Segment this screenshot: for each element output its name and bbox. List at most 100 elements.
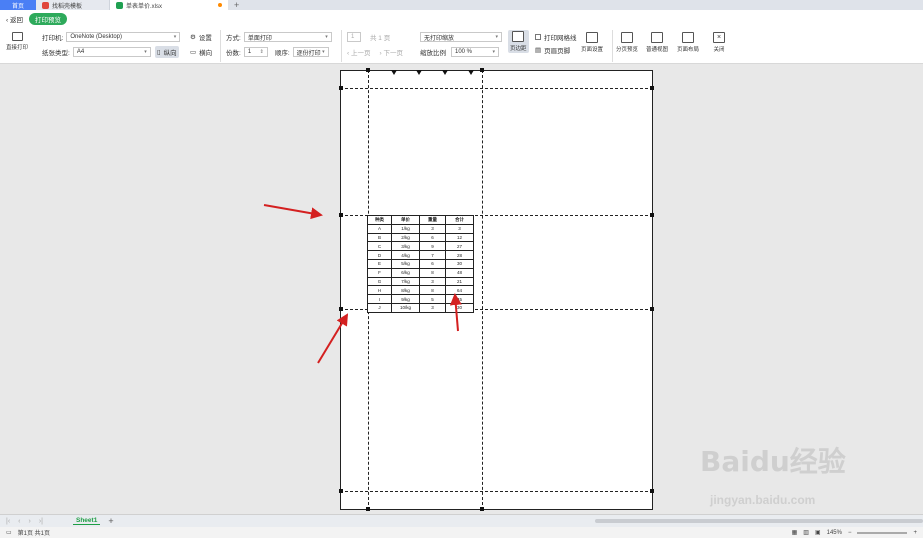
zoom-out-button[interactable]: − xyxy=(848,530,852,536)
table-cell: A xyxy=(367,223,392,234)
direct-print-label: 直接打印 xyxy=(6,45,29,51)
view-layout-icon[interactable]: ▥ xyxy=(803,529,809,536)
zoom-label: 缩放比例 xyxy=(420,50,446,57)
table-cell: 3/kg xyxy=(391,241,420,252)
table-cell: 8/kg xyxy=(391,285,420,296)
page-layout-button[interactable]: 页面布局 xyxy=(677,32,699,53)
table-row: A 1/kg 3 3 xyxy=(367,223,474,234)
printer-value: OneNote (Desktop) xyxy=(70,34,123,40)
table-row: D 4/kg 7 28 xyxy=(367,250,474,260)
paper-select[interactable]: A4 ▾ xyxy=(72,47,151,57)
watermark-main: Baidu经验 xyxy=(700,445,846,478)
margin-handle[interactable] xyxy=(339,86,343,90)
tab-home[interactable]: 首页 xyxy=(0,0,36,10)
column-break-line[interactable] xyxy=(482,70,483,510)
divider xyxy=(220,30,221,62)
zoom-slider[interactable] xyxy=(857,531,908,534)
column-marker-icon[interactable] xyxy=(416,70,422,75)
table-cell: 5 xyxy=(419,294,446,304)
margin-handle[interactable] xyxy=(339,213,343,217)
column-marker-icon[interactable] xyxy=(442,70,448,75)
back-label: 返回 xyxy=(9,17,23,24)
new-tab-button[interactable]: + xyxy=(228,0,245,10)
next-page-button[interactable]: › 下一页 xyxy=(379,47,402,57)
table-row: B 2/kg 6 12 xyxy=(367,232,474,243)
table-cell: F xyxy=(367,267,392,278)
tab-workbook[interactable]: 单表单价.xlsx xyxy=(110,0,228,10)
column-marker-icon[interactable] xyxy=(391,70,397,75)
order-value: 逐份打印 xyxy=(296,50,321,57)
table-cell: 5/kg xyxy=(391,258,420,269)
landscape-button[interactable]: ▭ 横向 xyxy=(190,47,212,57)
zoom-select[interactable]: 100 % ▾ xyxy=(451,47,499,57)
print-gridlines-checkbox[interactable]: 打印网格线 xyxy=(535,32,577,42)
header-footer-label: 页眉页脚 xyxy=(544,48,571,55)
back-button[interactable]: ‹ 返回 xyxy=(6,14,23,24)
chevron-down-icon: ▾ xyxy=(495,34,498,40)
view-break-icon[interactable]: ▣ xyxy=(815,529,821,536)
close-preview-button[interactable]: × 关闭 xyxy=(713,32,725,53)
order-select[interactable]: 逐份打印 ▾ xyxy=(292,47,329,57)
normal-view-button[interactable]: 普通视图 xyxy=(646,32,668,53)
bottom-margin-line[interactable] xyxy=(340,491,653,492)
horizontal-scrollbar[interactable] xyxy=(595,519,923,523)
header-footer-button[interactable]: ▤ 页眉页脚 xyxy=(535,45,570,55)
printer-select[interactable]: OneNote (Desktop) ▾ xyxy=(66,32,181,42)
view-normal-icon[interactable]: ▦ xyxy=(792,529,798,536)
margin-handle[interactable] xyxy=(480,68,484,72)
page-break-preview-button[interactable]: 分页预览 xyxy=(616,32,638,53)
stepper-icon: ⇕ xyxy=(259,49,264,55)
portrait-button[interactable]: ▯ 纵向 xyxy=(155,46,179,58)
table-cell: 28 xyxy=(445,250,474,260)
margin-handle[interactable] xyxy=(650,307,654,311)
next-sheet-button[interactable]: › xyxy=(29,518,31,525)
table-cell: E xyxy=(367,258,392,269)
sheet-tab-sheet1[interactable]: Sheet1 xyxy=(73,517,101,525)
scaling-select[interactable]: 无打印缩放 ▾ xyxy=(420,32,502,42)
top-margin-line[interactable] xyxy=(340,88,653,89)
portrait-icon: ▯ xyxy=(157,49,161,56)
add-sheet-button[interactable]: + xyxy=(108,516,113,526)
macro-icon: ▭ xyxy=(6,530,12,536)
last-sheet-button[interactable]: ›| xyxy=(39,518,43,525)
table-cell: D xyxy=(367,250,392,260)
portrait-label: 纵向 xyxy=(163,50,177,57)
margin-handle[interactable] xyxy=(650,213,654,217)
landscape-label: 横向 xyxy=(199,50,213,57)
table-cell: 7/kg xyxy=(391,276,420,287)
margin-handle[interactable] xyxy=(650,86,654,90)
table-cell: 30 xyxy=(445,258,474,269)
page-break-icon xyxy=(621,32,633,43)
margin-handle[interactable] xyxy=(480,507,484,511)
prev-page-button[interactable]: ‹ 上一页 xyxy=(347,47,370,57)
table-cell: 4/kg xyxy=(391,250,420,260)
landscape-icon: ▭ xyxy=(190,49,197,56)
copies-stepper[interactable]: 1 ⇕ xyxy=(243,47,268,57)
margin-handle[interactable] xyxy=(366,507,370,511)
page-info: 第1页 共1页 xyxy=(17,531,51,537)
page-setup-button[interactable]: 页面设置 xyxy=(581,32,603,53)
zoom-in-button[interactable]: + xyxy=(913,530,917,536)
margin-handle[interactable] xyxy=(650,489,654,493)
margin-handle[interactable] xyxy=(366,68,370,72)
annotation-arrow xyxy=(449,293,462,332)
table-cell: 48 xyxy=(445,267,474,278)
tab-template[interactable]: 找稻壳模板 xyxy=(36,0,110,10)
first-sheet-button[interactable]: |‹ xyxy=(6,518,10,525)
page-number-input[interactable]: 1 xyxy=(347,32,361,42)
table-cell: 3 xyxy=(419,223,446,234)
close-icon: × xyxy=(713,32,725,43)
settings-button[interactable]: ⚙ 设置 xyxy=(190,32,212,42)
margin-handle[interactable] xyxy=(339,489,343,493)
prev-sheet-button[interactable]: ‹ xyxy=(18,518,20,525)
print-mode-select[interactable]: 单面打印 ▾ xyxy=(243,32,332,42)
column-marker-icon[interactable] xyxy=(468,70,474,75)
direct-print-button[interactable]: 直接打印 xyxy=(6,32,28,51)
table-cell: I xyxy=(367,294,392,304)
print-mode-value: 单面打印 xyxy=(247,35,272,42)
margins-button[interactable]: 页边距 xyxy=(508,30,529,53)
plus-icon: + xyxy=(234,0,240,10)
table-cell: 6 xyxy=(419,258,446,269)
page-setup-label: 页面设置 xyxy=(581,47,604,53)
tab-workbook-label: 单表单价.xlsx xyxy=(126,3,163,10)
